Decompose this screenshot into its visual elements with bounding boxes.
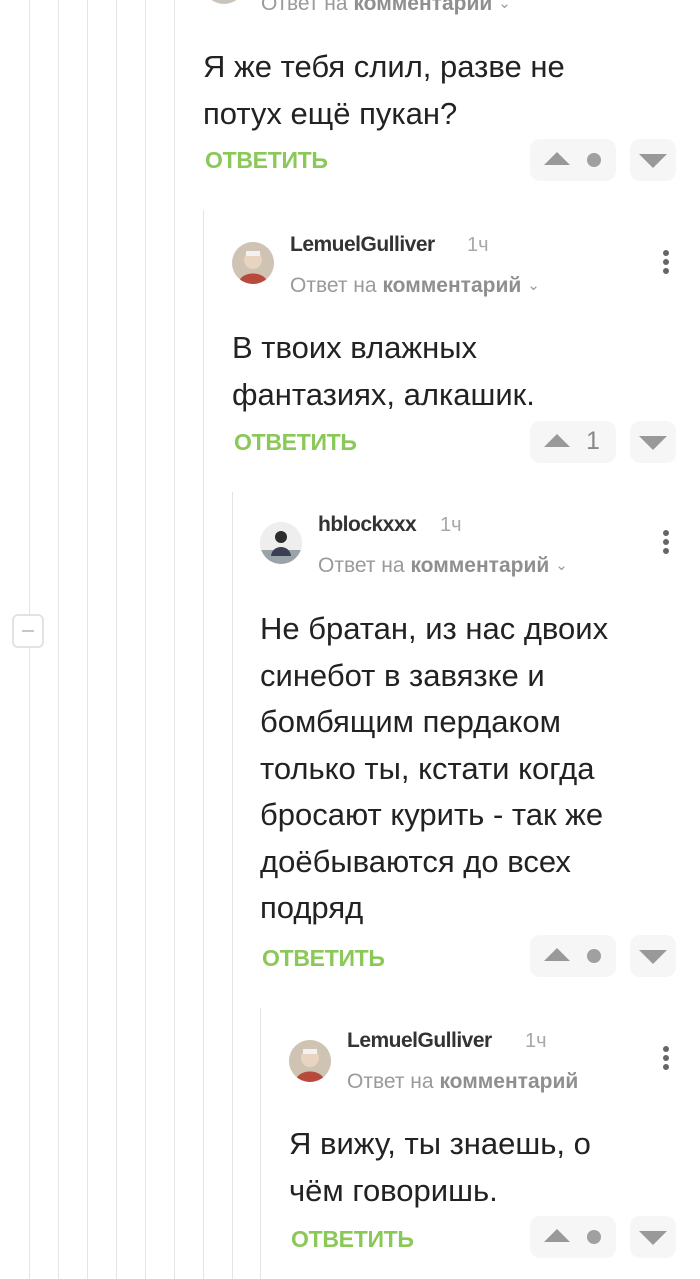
chevron-down-icon: ⌄ (555, 557, 568, 574)
upvote-icon[interactable] (544, 152, 570, 165)
collapse-thread-button[interactable] (12, 614, 44, 648)
thread-line (260, 1008, 261, 1279)
vote-control (530, 935, 616, 977)
reply-to-prefix: Ответ на (261, 0, 348, 15)
comment-time: 1ч (467, 234, 489, 256)
more-options-icon[interactable] (662, 1046, 670, 1074)
downvote-icon (639, 950, 667, 964)
vote-control: 1 (530, 421, 616, 463)
reply-to-prefix: Ответ на (347, 1070, 434, 1093)
reply-to-link[interactable]: Ответ на комментарий ⌄ (290, 274, 540, 298)
avatar[interactable] (260, 522, 302, 564)
reply-to-target: комментарий (353, 0, 493, 15)
author-name[interactable]: hblockxxx (318, 513, 417, 537)
reply-button[interactable]: ОТВЕТИТЬ (291, 1226, 414, 1253)
score-dot-icon (587, 153, 601, 167)
reply-button[interactable]: ОТВЕТИТЬ (262, 945, 385, 972)
reply-button[interactable]: ОТВЕТИТЬ (205, 147, 328, 174)
reply-to-prefix: Ответ на (318, 554, 405, 577)
comment-body: Не братан, из нас двоих синебот в завязк… (260, 611, 609, 925)
reply-to-target: комментарий (439, 1070, 579, 1093)
reply-to-target: комментарий (382, 274, 522, 297)
reply-to-link[interactable]: Ответ на комментарий (347, 1070, 578, 1094)
score-dot-icon (587, 949, 601, 963)
downvote-button[interactable] (630, 139, 676, 181)
more-options-icon[interactable] (662, 530, 670, 558)
avatar[interactable] (289, 1040, 331, 1082)
avatar[interactable] (232, 242, 274, 284)
vote-control (530, 1216, 616, 1258)
thread-line (232, 492, 233, 1279)
downvote-icon (639, 154, 667, 168)
reply-to-link[interactable]: Ответ на комментарий ⌄ (261, 0, 511, 16)
comment-body: Я же тебя слил, разве не потух ещё пукан… (203, 49, 565, 131)
score-dot-icon (587, 1230, 601, 1244)
comment-body: Я вижу, ты знаешь, о чём говоришь. (289, 1126, 591, 1208)
vote-control (530, 139, 616, 181)
reply-to-link[interactable]: Ответ на комментарий ⌄ (318, 554, 568, 578)
downvote-button[interactable] (630, 421, 676, 463)
downvote-icon (639, 1231, 667, 1245)
chevron-down-icon: ⌄ (527, 277, 540, 294)
author-name[interactable]: LemuelGulliver (347, 1029, 492, 1053)
upvote-icon[interactable] (544, 1229, 570, 1242)
author-name[interactable]: LemuelGulliver (290, 233, 435, 257)
comment-top: Ответ на комментарий ⌄ Я же тебя слил, ра… (0, 0, 700, 200)
thread-line (203, 210, 204, 1279)
comment-body: В твоих влажных фантазиях, алкашик. (232, 330, 535, 412)
upvote-icon[interactable] (544, 434, 570, 447)
upvote-icon[interactable] (544, 948, 570, 961)
reply-to-prefix: Ответ на (290, 274, 377, 297)
reply-to-target: комментарий (410, 554, 550, 577)
more-options-icon[interactable] (662, 250, 670, 278)
comment-time: 1ч (440, 514, 462, 536)
avatar[interactable] (203, 0, 245, 4)
chevron-down-icon: ⌄ (498, 0, 511, 12)
downvote-button[interactable] (630, 1216, 676, 1258)
downvote-button[interactable] (630, 935, 676, 977)
downvote-icon (639, 436, 667, 450)
score-value: 1 (586, 427, 600, 455)
reply-button[interactable]: ОТВЕТИТЬ (234, 429, 357, 456)
comment-time: 1ч (525, 1030, 547, 1052)
